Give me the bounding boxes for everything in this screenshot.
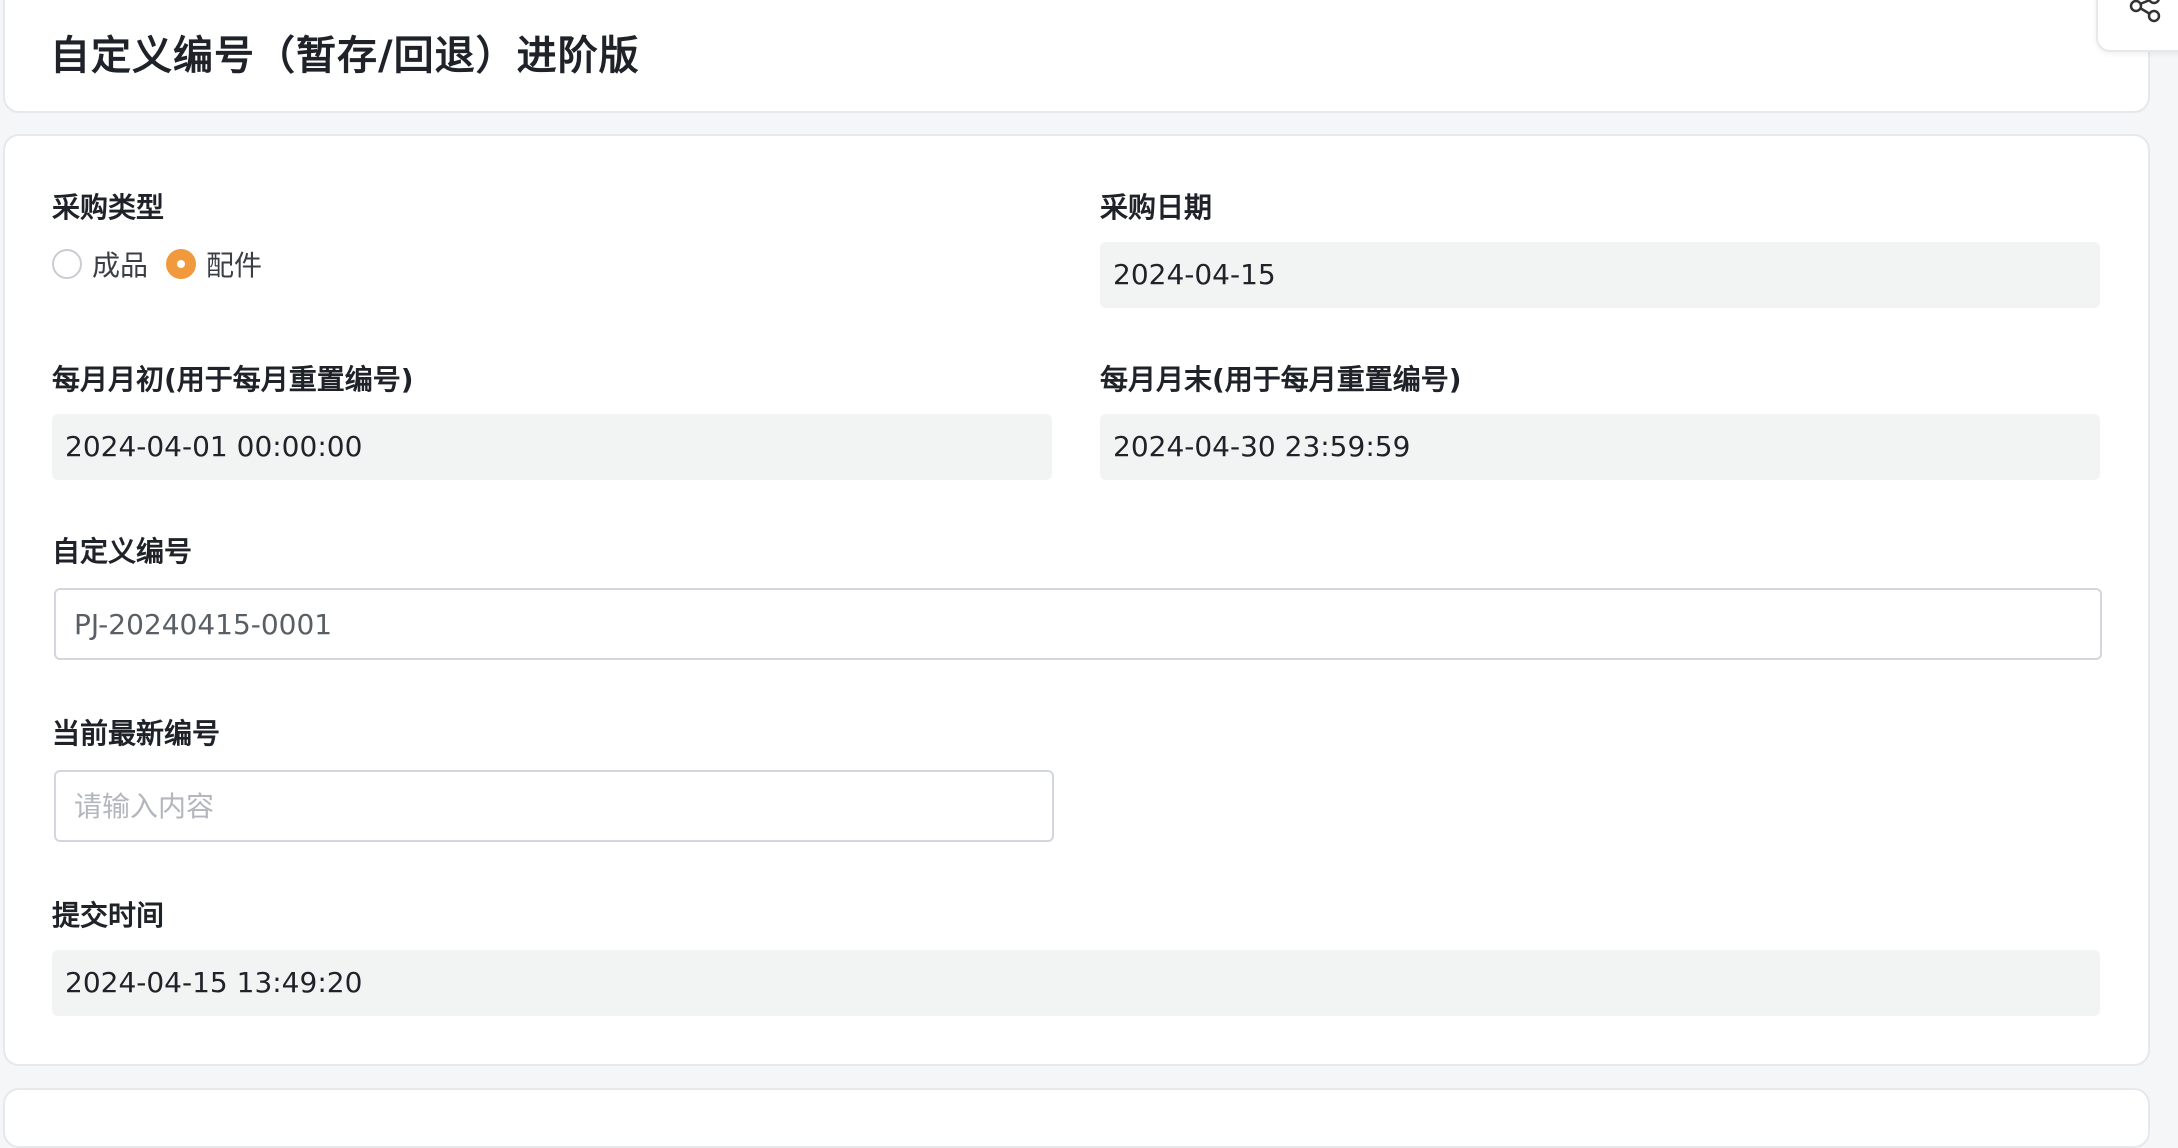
month-end-value: 2024-04-30 23:59:59: [1100, 414, 2100, 480]
share-button[interactable]: [2096, 0, 2178, 52]
latest-number-input[interactable]: [54, 770, 1054, 842]
submit-time-label: 提交时间: [52, 899, 165, 932]
purchase-type-label: 采购类型: [52, 191, 165, 224]
share-icon: [2129, 0, 2161, 23]
purchase-type-radio-group: 成品 配件: [52, 246, 280, 282]
custom-number-input[interactable]: [54, 588, 2102, 660]
title-card: 自定义编号（暂存/回退）进阶版: [3, 0, 2150, 113]
month-end-label: 每月月末(用于每月重置编号): [1100, 363, 1462, 396]
purchase-date-label: 采购日期: [1100, 191, 1213, 224]
radio-label-finished-product: 成品: [92, 249, 149, 282]
next-section-card: [3, 1088, 2150, 1148]
radio-option-accessory[interactable]: 配件: [166, 244, 262, 284]
month-start-label: 每月月初(用于每月重置编号): [52, 363, 414, 396]
submit-time-value: 2024-04-15 13:49:20: [52, 950, 2100, 1016]
custom-number-label: 自定义编号: [52, 535, 193, 568]
radio-label-accessory: 配件: [206, 249, 263, 282]
radio-unchecked-icon[interactable]: [52, 249, 82, 279]
purchase-date-value: 2024-04-15: [1100, 242, 2100, 308]
radio-checked-icon[interactable]: [166, 249, 197, 279]
latest-number-label: 当前最新编号: [52, 717, 221, 750]
month-start-value: 2024-04-01 00:00:00: [52, 414, 1052, 480]
page-title: 自定义编号（暂存/回退）进阶版: [50, 33, 640, 79]
radio-option-finished-product[interactable]: 成品: [52, 244, 148, 284]
